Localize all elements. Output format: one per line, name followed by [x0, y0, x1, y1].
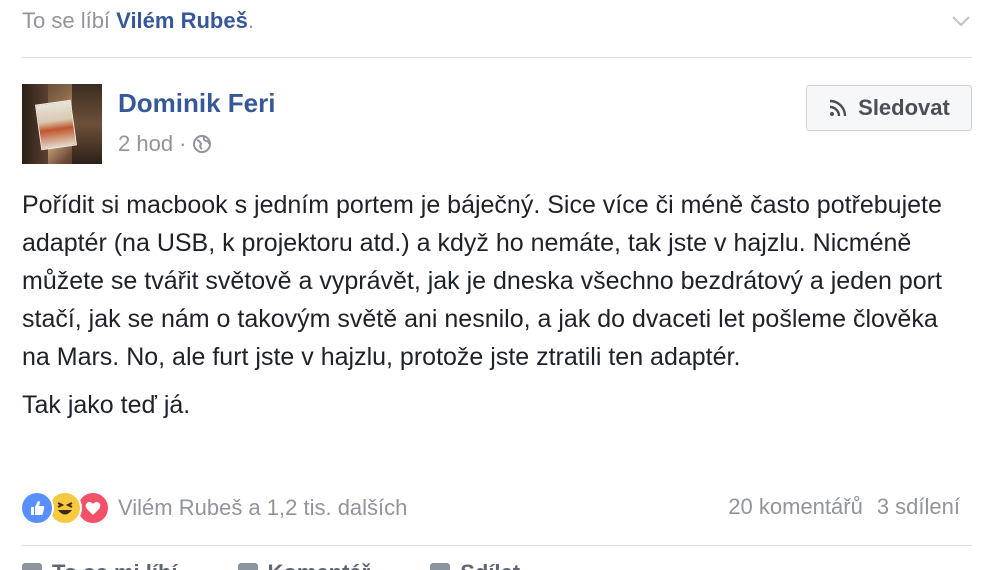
- like-action-button[interactable]: To se mi líbí: [22, 558, 178, 570]
- post-timestamp[interactable]: 2 hod: [118, 131, 173, 157]
- reactors-text[interactable]: Vilém Rubeš a 1,2 tis. dalších: [118, 495, 407, 521]
- liked-by-suffix: .: [247, 8, 254, 33]
- chevron-down-icon[interactable]: [950, 10, 972, 32]
- follow-button-label: Sledovat: [858, 95, 950, 120]
- like-action-label: To se mi líbí: [52, 560, 178, 570]
- reactions-summary[interactable]: Vilém Rubeš a 1,2 tis. dalších: [20, 489, 407, 527]
- liked-by-bar: To se líbí Vilém Rubeš.: [22, 8, 972, 42]
- comments-count-link[interactable]: 20 komentářů: [728, 494, 863, 520]
- like-reaction-icon: [20, 491, 54, 525]
- rss-icon: [829, 99, 847, 117]
- share-action-label: Sdílet: [460, 560, 520, 570]
- post-actions: To se mi líbí Komentář Sdílet: [22, 558, 972, 570]
- author-name-link[interactable]: Dominik Feri: [118, 88, 275, 119]
- facebook-post: To se líbí Vilém Rubeš. Dominik Feri 2 h…: [0, 0, 990, 570]
- thumbs-up-icon: [22, 563, 42, 570]
- divider: [22, 57, 972, 58]
- globe-icon[interactable]: [192, 134, 212, 154]
- post-meta: 2 hod ·: [118, 131, 212, 157]
- comment-action-label: Komentář: [268, 560, 371, 570]
- liked-by-prefix: To se líbí: [22, 8, 111, 33]
- post-paragraph: Tak jako teď já.: [22, 391, 191, 419]
- comment-action-button[interactable]: Komentář: [237, 558, 371, 570]
- meta-separator: ·: [179, 131, 187, 156]
- divider: [22, 545, 972, 546]
- share-action-button[interactable]: Sdílet: [430, 558, 520, 570]
- comment-icon: [237, 563, 258, 570]
- post-body: Pořídit si macbook s jedním portem je bá…: [22, 186, 972, 434]
- liked-by-name-link[interactable]: Vilém Rubeš: [116, 8, 248, 33]
- follow-button[interactable]: Sledovat: [806, 85, 972, 131]
- shares-count-link[interactable]: 3 sdílení: [877, 494, 960, 520]
- avatar[interactable]: [22, 84, 102, 164]
- engagement-counts: 20 komentářů 3 sdílení: [728, 494, 960, 520]
- post-paragraph: Pořídit si macbook s jedním portem je bá…: [22, 191, 942, 371]
- share-icon: [430, 563, 451, 570]
